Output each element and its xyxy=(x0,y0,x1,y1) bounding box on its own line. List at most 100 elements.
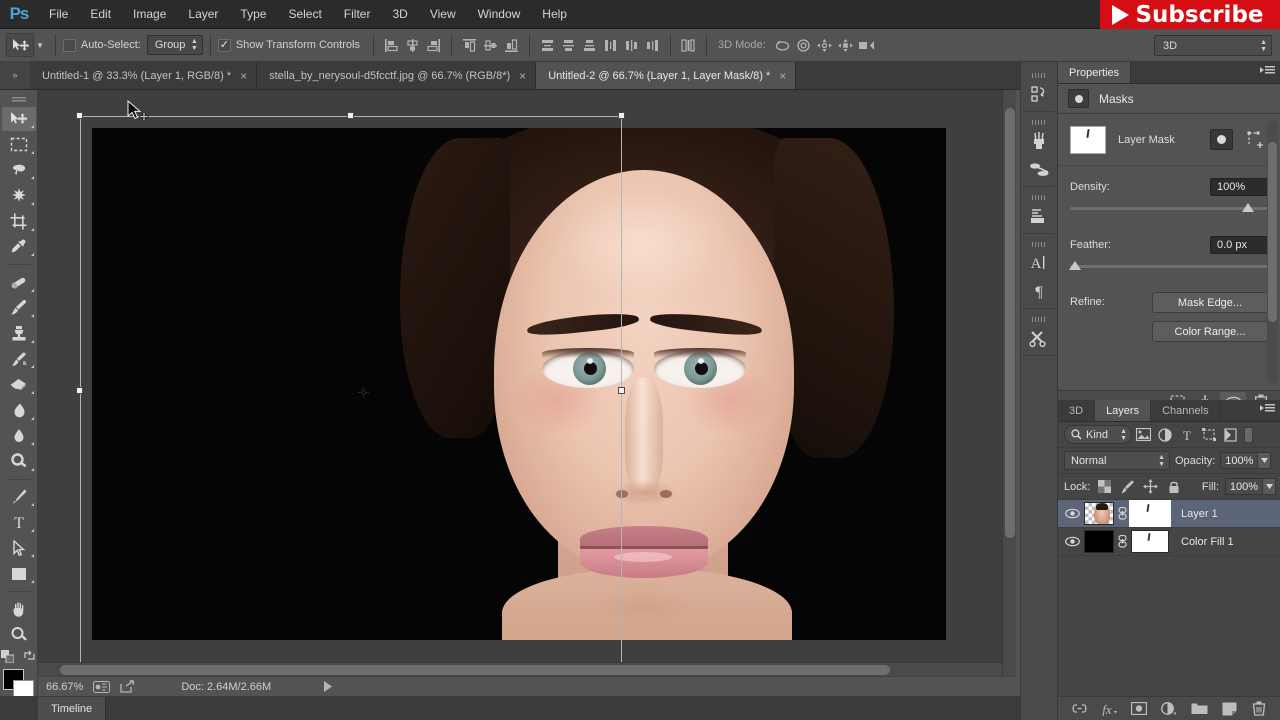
new-layer-icon[interactable] xyxy=(1219,700,1239,718)
zoom-tool[interactable] xyxy=(2,622,36,647)
layer-mask-thumbnail[interactable] xyxy=(1129,500,1171,527)
menu-item-layer[interactable]: Layer xyxy=(177,0,229,29)
adjustments-panel-icon[interactable] xyxy=(1024,202,1054,230)
eyedropper-tool[interactable] xyxy=(2,235,36,260)
document-tab-1[interactable]: Untitled-1 @ 33.3% (Layer 1, RGB/8) * × xyxy=(30,62,258,89)
filter-shape-layers-icon[interactable] xyxy=(1198,425,1220,445)
history-brush-tool[interactable] xyxy=(2,347,36,372)
density-slider[interactable] xyxy=(1070,203,1268,214)
share-icon[interactable] xyxy=(120,680,135,693)
workspace-dropdown[interactable]: 3D ▲ ▼ xyxy=(1154,35,1272,56)
layer-thumbnail[interactable] xyxy=(1084,530,1114,553)
layer-style-fx-icon[interactable]: fx xyxy=(1099,700,1119,718)
align-top-edges-icon[interactable] xyxy=(459,34,480,56)
dock-grip-4[interactable] xyxy=(1032,242,1046,247)
lock-position-icon[interactable] xyxy=(1142,478,1159,496)
menu-item-window[interactable]: Window xyxy=(467,0,532,29)
swap-colors-icon[interactable] xyxy=(23,650,36,662)
zoom-level[interactable]: 66.67% xyxy=(46,681,83,693)
properties-scrollbar[interactable] xyxy=(1267,120,1278,384)
character-panel-icon[interactable]: A xyxy=(1024,249,1054,277)
rectangle-tool[interactable] xyxy=(2,561,36,586)
menu-item-3d[interactable]: 3D xyxy=(381,0,418,29)
tool-presets-panel-icon[interactable] xyxy=(1024,324,1054,352)
new-group-icon[interactable] xyxy=(1189,700,1209,718)
tab-bar-grip-icon[interactable]: » xyxy=(0,61,30,89)
distribute-left-edges-icon[interactable] xyxy=(600,34,621,56)
canvas-vertical-scrollbar[interactable] xyxy=(1002,90,1016,676)
auto-select-scope-dropdown[interactable]: Group ▲ ▼ xyxy=(146,35,203,55)
tab-channels[interactable]: Channels xyxy=(1151,400,1221,421)
blur-tool[interactable] xyxy=(2,424,36,449)
opacity-value[interactable]: 100% xyxy=(1220,452,1259,469)
canvas-horizontal-scrollbar[interactable] xyxy=(38,662,1002,676)
dock-grip-3[interactable] xyxy=(1032,195,1046,200)
healing-brush-tool[interactable] xyxy=(2,270,36,295)
filter-kind-dropdown[interactable]: Kind ▲ ▼ xyxy=(1064,425,1132,444)
canvas-vscroll-thumb[interactable] xyxy=(1005,108,1015,538)
pen-tool[interactable] xyxy=(2,485,36,510)
delete-layer-icon[interactable] xyxy=(1249,700,1269,718)
filter-type-layers-icon[interactable]: T xyxy=(1176,425,1198,445)
preview-mode-icon[interactable] xyxy=(93,680,111,693)
close-tab-icon[interactable]: × xyxy=(519,70,526,82)
align-horizontal-centers-icon[interactable] xyxy=(402,34,423,56)
transform-reference-point[interactable] xyxy=(358,387,369,398)
auto-select-checkbox[interactable] xyxy=(62,38,76,52)
default-colors-icon[interactable] xyxy=(1,649,14,663)
menu-item-select[interactable]: Select xyxy=(277,0,332,29)
new-adjustment-layer-icon[interactable] xyxy=(1159,700,1179,718)
fill-chevron-icon[interactable] xyxy=(1263,478,1276,495)
paragraph-panel-icon[interactable]: ¶ xyxy=(1024,277,1054,305)
align-bottom-edges-icon[interactable] xyxy=(501,34,522,56)
filter-adjustment-layers-icon[interactable] xyxy=(1154,425,1176,445)
dock-grip-5[interactable] xyxy=(1032,317,1046,322)
history-panel-icon[interactable] xyxy=(1024,80,1054,108)
scale-3d-object-icon[interactable] xyxy=(856,34,877,56)
transform-handle-middle-left[interactable] xyxy=(76,387,83,394)
feather-value[interactable]: 0.0 px xyxy=(1210,236,1268,254)
type-tool[interactable]: T xyxy=(2,510,36,535)
lock-all-icon[interactable] xyxy=(1165,478,1182,496)
hand-tool[interactable] xyxy=(2,597,36,622)
transform-handle-top-left[interactable] xyxy=(76,112,83,119)
rotate-3d-object-icon[interactable] xyxy=(772,34,793,56)
magic-wand-tool[interactable] xyxy=(2,183,36,208)
transform-handle-top-center[interactable] xyxy=(347,112,354,119)
brushes-panel-icon[interactable] xyxy=(1024,127,1054,155)
density-slider-knob[interactable] xyxy=(1242,203,1254,212)
layer-row[interactable]: Layer 1 xyxy=(1058,500,1280,528)
clone-source-panel-icon[interactable] xyxy=(1024,155,1054,183)
link-layers-icon[interactable] xyxy=(1069,700,1089,718)
menu-item-filter[interactable]: Filter xyxy=(333,0,382,29)
brush-tool[interactable] xyxy=(2,296,36,321)
eraser-tool[interactable] xyxy=(2,372,36,397)
menu-item-type[interactable]: Type xyxy=(229,0,277,29)
pixel-mask-button[interactable] xyxy=(1210,129,1233,150)
filter-enable-toggle[interactable] xyxy=(1244,426,1253,443)
tab-properties[interactable]: Properties xyxy=(1058,62,1132,83)
dock-grip-1[interactable] xyxy=(1032,73,1046,78)
layers-panel-menu-icon[interactable] xyxy=(1260,404,1275,412)
layer-mask-link-icon[interactable] xyxy=(1114,528,1131,556)
distribute-right-edges-icon[interactable] xyxy=(642,34,663,56)
layer-visibility-eye-icon[interactable] xyxy=(1060,528,1084,556)
menu-item-edit[interactable]: Edit xyxy=(79,0,122,29)
density-value[interactable]: 100% xyxy=(1210,178,1268,196)
move-tool[interactable] xyxy=(1,106,36,132)
layer-mask-link-icon[interactable] xyxy=(1114,500,1131,528)
filter-pixel-layers-icon[interactable] xyxy=(1132,425,1154,445)
filter-smart-objects-icon[interactable] xyxy=(1220,425,1242,445)
align-vertical-centers-icon[interactable] xyxy=(480,34,501,56)
add-layer-mask-icon[interactable] xyxy=(1129,700,1149,718)
distribute-vertical-centers-icon[interactable] xyxy=(558,34,579,56)
align-right-edges-icon[interactable] xyxy=(423,34,444,56)
document-tab-2[interactable]: stella_by_nerysoul-d5fcctf.jpg @ 66.7% (… xyxy=(257,62,537,89)
close-tab-icon[interactable]: × xyxy=(240,70,247,82)
feather-slider[interactable] xyxy=(1069,261,1268,272)
layer-thumbnail[interactable] xyxy=(1084,502,1114,525)
rectangular-marquee-tool[interactable] xyxy=(2,132,36,157)
tab-3d[interactable]: 3D xyxy=(1058,400,1096,421)
auto-align-layers-icon[interactable] xyxy=(678,34,699,56)
menu-item-image[interactable]: Image xyxy=(122,0,177,29)
